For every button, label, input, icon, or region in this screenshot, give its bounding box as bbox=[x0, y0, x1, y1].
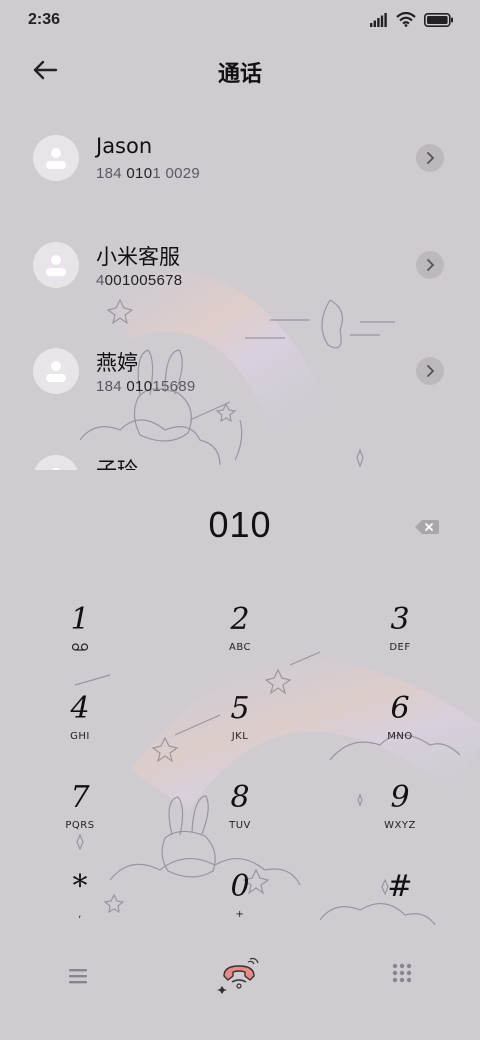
contact-row-yanting[interactable]: 燕婷 184 01015689 bbox=[0, 333, 480, 413]
status-time: 2:36 bbox=[28, 11, 61, 28]
chevron-right-icon bbox=[427, 259, 435, 271]
status-icons bbox=[370, 12, 454, 27]
key-star[interactable]: * , bbox=[20, 869, 140, 947]
key-letters: , bbox=[78, 909, 82, 920]
number-part: 184 bbox=[96, 165, 127, 182]
key-letters: PQRS bbox=[65, 820, 95, 831]
key-digit: 0 bbox=[230, 869, 250, 904]
status-bar: 2:36 bbox=[0, 0, 480, 40]
key-5[interactable]: 5 JKL bbox=[180, 691, 300, 769]
key-6[interactable]: 6 MNO bbox=[340, 691, 460, 769]
key-digit: * bbox=[72, 869, 88, 904]
key-4[interactable]: 4 GHI bbox=[20, 691, 140, 769]
keypad-toggle-button[interactable] bbox=[390, 962, 414, 986]
key-letters: DEF bbox=[389, 642, 411, 653]
key-digit: 5 bbox=[230, 691, 250, 726]
dialed-number: 010 bbox=[208, 504, 272, 545]
contact-row-jason[interactable]: Jason 184 0101 0029 bbox=[0, 120, 480, 200]
contact-name: Jason bbox=[96, 134, 153, 158]
key-0[interactable]: 0 + bbox=[180, 869, 300, 947]
chevron-right-icon bbox=[427, 365, 435, 377]
battery-icon bbox=[424, 12, 453, 27]
key-3[interactable]: 3 DEF bbox=[340, 602, 460, 680]
contact-number: 4001005678 bbox=[96, 272, 182, 289]
person-icon bbox=[46, 361, 66, 382]
contact-number: 184 0101 0029 bbox=[96, 165, 200, 182]
person-icon bbox=[52, 468, 60, 470]
key-letters: + bbox=[235, 909, 245, 920]
number-part: 184 bbox=[96, 378, 127, 395]
backspace-icon bbox=[415, 520, 439, 534]
call-button[interactable] bbox=[214, 956, 264, 996]
key-digit: 8 bbox=[230, 780, 250, 815]
key-hash[interactable]: # bbox=[340, 869, 460, 947]
signal-icon bbox=[370, 12, 387, 27]
person-icon bbox=[46, 255, 66, 276]
voicemail-icon bbox=[71, 642, 89, 656]
number-part: 1 0029 bbox=[152, 165, 201, 182]
contact-name: 小米客服 bbox=[96, 245, 180, 269]
key-digit: 4 bbox=[70, 691, 90, 726]
key-letters: ABC bbox=[228, 642, 251, 653]
key-letters: MNO bbox=[387, 731, 413, 742]
key-digit: 3 bbox=[390, 602, 410, 637]
key-digit: 6 bbox=[390, 691, 410, 726]
contact-detail-button[interactable] bbox=[416, 144, 444, 172]
avatar bbox=[33, 348, 79, 394]
keypad: 1 2 ABC 3 DEF 4 GHI 5 JKL 6 MNO 7 PQRS 8… bbox=[0, 596, 480, 956]
number-match: 010 bbox=[126, 165, 153, 182]
key-digit: 1 bbox=[70, 602, 90, 637]
key-digit: 9 bbox=[390, 780, 410, 815]
key-letters: TUV bbox=[229, 820, 251, 831]
avatar bbox=[33, 135, 79, 181]
dialer-screen: 2:36 通话 Jason 184 0101 0029 小米客服 4001005… bbox=[0, 0, 480, 1040]
key-digit: 2 bbox=[230, 602, 250, 637]
contact-detail-button[interactable] bbox=[416, 251, 444, 279]
key-letters: GHI bbox=[70, 731, 90, 742]
number-part: 15689 bbox=[152, 378, 196, 395]
phone-call-icon bbox=[217, 957, 259, 994]
contact-number: 184 01015689 bbox=[96, 378, 196, 395]
chevron-right-icon bbox=[427, 152, 435, 164]
avatar bbox=[33, 242, 79, 288]
backspace-button[interactable] bbox=[414, 517, 440, 537]
number-match: 001005678 bbox=[104, 272, 183, 289]
dialpad-icon bbox=[392, 963, 412, 983]
menu-button[interactable] bbox=[66, 964, 90, 988]
dial-display: 010 bbox=[0, 500, 480, 560]
key-letters: WXYZ bbox=[384, 820, 416, 831]
key-2[interactable]: 2 ABC bbox=[180, 602, 300, 680]
key-1[interactable]: 1 bbox=[20, 602, 140, 680]
number-part: 4 bbox=[96, 272, 105, 289]
avatar bbox=[33, 455, 79, 470]
key-8[interactable]: 8 TUV bbox=[180, 780, 300, 858]
page-title: 通话 bbox=[217, 62, 262, 87]
key-digit: 7 bbox=[70, 780, 90, 815]
contact-name: 子玲 bbox=[96, 458, 138, 470]
menu-icon bbox=[69, 969, 87, 984]
bottom-bar bbox=[0, 950, 480, 1010]
contact-row-ziling[interactable]: 子玲 bbox=[0, 440, 480, 470]
header: 通话 bbox=[0, 48, 480, 92]
number-match: 010 bbox=[126, 378, 153, 395]
contact-row-xiaomi-service[interactable]: 小米客服 4001005678 bbox=[0, 227, 480, 307]
key-7[interactable]: 7 PQRS bbox=[20, 780, 140, 858]
key-letters: JKL bbox=[231, 731, 249, 742]
key-9[interactable]: 9 WXYZ bbox=[340, 780, 460, 858]
wifi-icon bbox=[396, 12, 416, 27]
key-digit: # bbox=[387, 869, 413, 904]
contact-name: 燕婷 bbox=[96, 351, 138, 375]
contact-detail-button[interactable] bbox=[416, 357, 444, 385]
person-icon bbox=[46, 148, 66, 169]
contact-suggestion-list: Jason 184 0101 0029 小米客服 4001005678 燕婷 1… bbox=[0, 120, 480, 470]
